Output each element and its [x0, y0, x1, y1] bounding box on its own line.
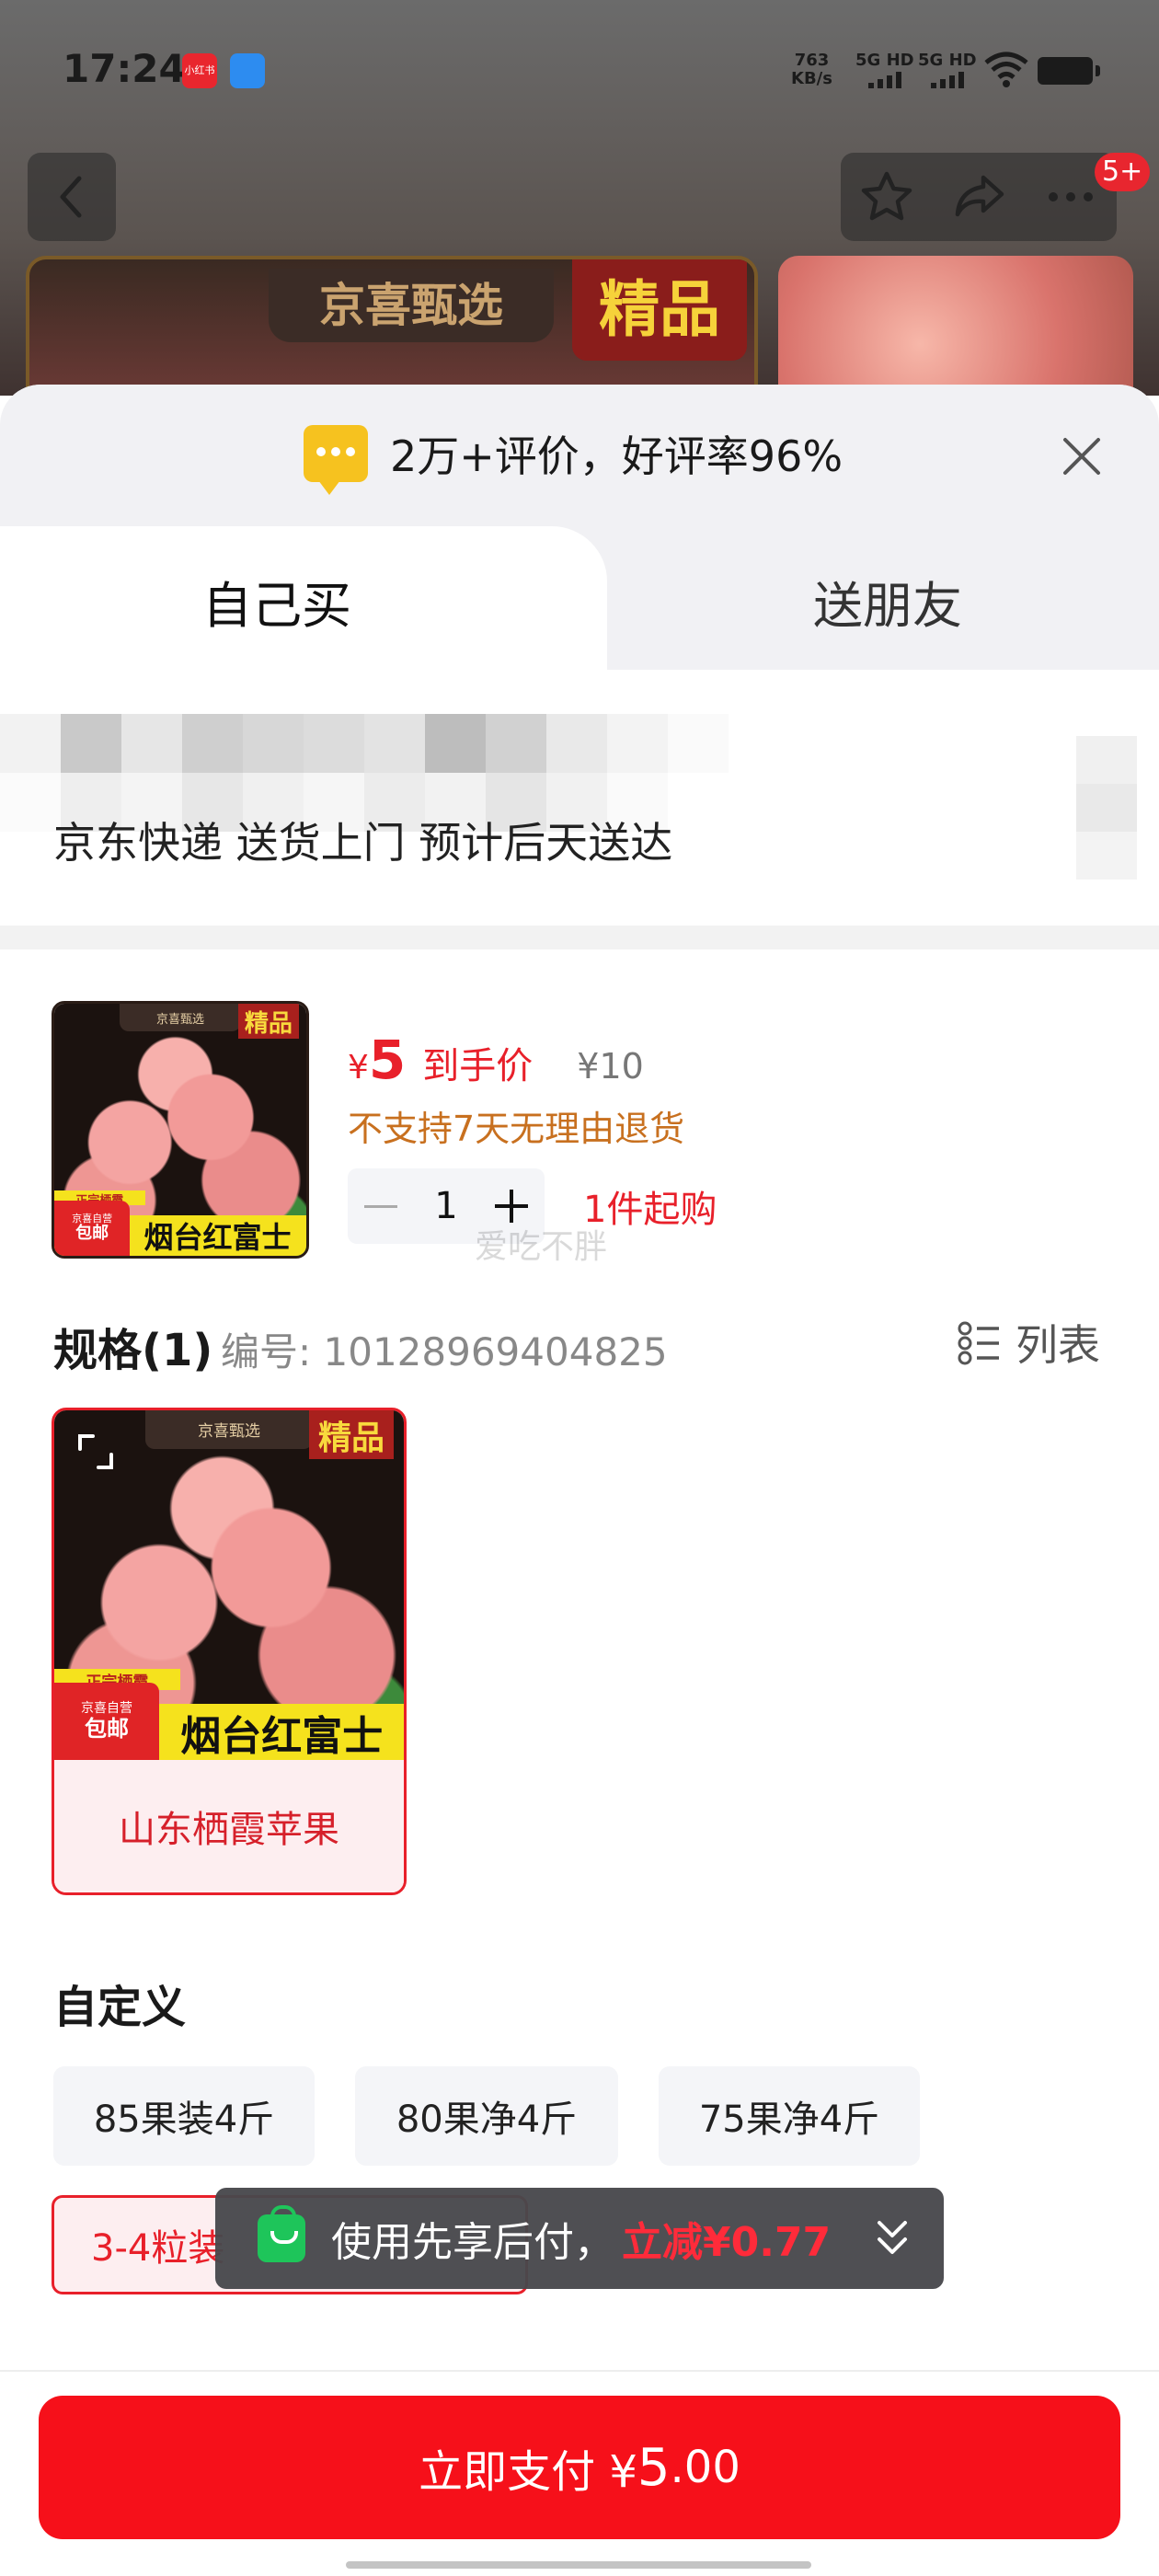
background-product-image: 京喜甄选 精品 [26, 256, 758, 403]
home-indicator[interactable] [346, 2561, 811, 2569]
image-shipping-tag: 京喜自营 包邮 [54, 1200, 131, 1256]
star-icon [861, 171, 912, 221]
toast-discount: 立减¥0.77 [622, 2219, 832, 2266]
expand-icon[interactable] [75, 1431, 117, 1473]
delivery-info: 京东快递 送货上门 预计后天送达 [53, 818, 673, 868]
product-thumbnail[interactable]: 京喜甄选 精品 烟台红富士 正宗栖霞 京喜自营 包邮 [52, 1001, 309, 1259]
spec-title: 规格(1) [53, 1325, 213, 1376]
close-icon[interactable] [1058, 432, 1106, 480]
message-count-badge: 5+ [1095, 153, 1151, 191]
image-brand-label: 京喜甄选 [144, 1410, 314, 1449]
tab-gift-friend-label[interactable]: 送朋友 [813, 565, 962, 638]
quantity-value[interactable]: 1 [434, 1185, 457, 1227]
pay-later-toast[interactable]: 使用先享后付， 立减¥0.77 [215, 2188, 944, 2289]
pay-amount-int: 5 [637, 2437, 671, 2498]
xiaohongshu-app-icon: 小红书 [182, 53, 217, 88]
chevron-left-icon [60, 176, 82, 218]
bottom-divider [0, 2370, 1159, 2372]
double-chevron-down-icon[interactable] [872, 2214, 912, 2263]
favorite-button[interactable] [850, 160, 924, 234]
sim2-signal-icon: 5G HD [918, 52, 977, 88]
chat-bubble-icon [304, 425, 368, 495]
browser-app-icon [230, 53, 265, 88]
image-brand-label: 京喜甄选 [120, 1004, 241, 1032]
address-edit-blurred[interactable] [1076, 736, 1137, 883]
plus-icon[interactable] [494, 1190, 528, 1223]
list-view-toggle[interactable]: 列表 [957, 1312, 1100, 1373]
spec-option-card[interactable]: 京喜甄选 精品 烟台红富士 正宗栖霞 京喜自营 包邮 山东栖霞苹果 [52, 1408, 407, 1895]
watermark: 爱吃不胖 [475, 1228, 608, 1266]
sim1-signal-icon: 5G HD [855, 52, 914, 88]
premium-label: 精品 [572, 259, 747, 361]
back-button[interactable] [28, 153, 116, 241]
network-rate: 763 KB/s [791, 51, 832, 88]
original-price: ¥10 [577, 1046, 644, 1087]
list-icon [958, 1321, 999, 1365]
background-product-image-2 [778, 256, 1133, 403]
spec-option-image: 京喜甄选 精品 烟台红富士 正宗栖霞 京喜自营 包邮 [54, 1410, 404, 1760]
price-row: ¥ 5 到手价 ¥10 [348, 1029, 644, 1091]
minus-icon[interactable] [364, 1204, 397, 1208]
custom-section-title: 自定义 [53, 1982, 187, 2033]
final-price-label: 到手价 [422, 1045, 534, 1087]
tab-buy-for-self-label[interactable]: 自己买 [202, 565, 351, 638]
image-premium-label: 精品 [238, 1004, 299, 1040]
battery-icon [1038, 57, 1100, 85]
review-summary: 2万+评价，好评率96% [304, 421, 843, 495]
toast-message: 使用先享后付， [331, 2219, 614, 2266]
status-time: 17:24 [63, 46, 186, 91]
pay-amount-dec: .00 [670, 2442, 740, 2493]
wifi-icon [984, 52, 1028, 87]
final-price: 5 [368, 1029, 407, 1091]
share-button[interactable] [942, 160, 1016, 234]
custom-option-85[interactable]: 85果装4斤 [53, 2066, 315, 2166]
more-icon [1049, 192, 1093, 201]
custom-option-75[interactable]: 75果净4斤 [659, 2066, 920, 2166]
return-policy: 不支持7天无理由退货 [348, 1109, 685, 1149]
pay-now-label: 立即支付 ¥ [419, 2446, 637, 2498]
currency-symbol: ¥ [348, 1049, 369, 1087]
top-action-group [841, 153, 1117, 241]
custom-option-80[interactable]: 80果净4斤 [355, 2066, 618, 2166]
section-divider [0, 926, 1159, 949]
shopping-bag-icon [258, 2205, 305, 2262]
image-premium-label: 精品 [309, 1410, 394, 1460]
list-view-label: 列表 [1016, 1320, 1100, 1370]
spec-option-name: 山东栖霞苹果 [54, 1762, 404, 1892]
review-summary-text: 2万+评价，好评率96% [390, 431, 843, 481]
status-bar: 17:24 小红书 763 KB/s 5G HD 5G HD [0, 0, 1159, 138]
image-shipping-tag: 京喜自营 包邮 [54, 1683, 159, 1760]
share-icon [955, 175, 1004, 217]
brand-label: 京喜甄选 [269, 269, 554, 342]
pay-now-button[interactable]: 立即支付 ¥ 5 .00 [39, 2396, 1120, 2539]
product-code: 编号: 10128969404825 [221, 1329, 668, 1374]
